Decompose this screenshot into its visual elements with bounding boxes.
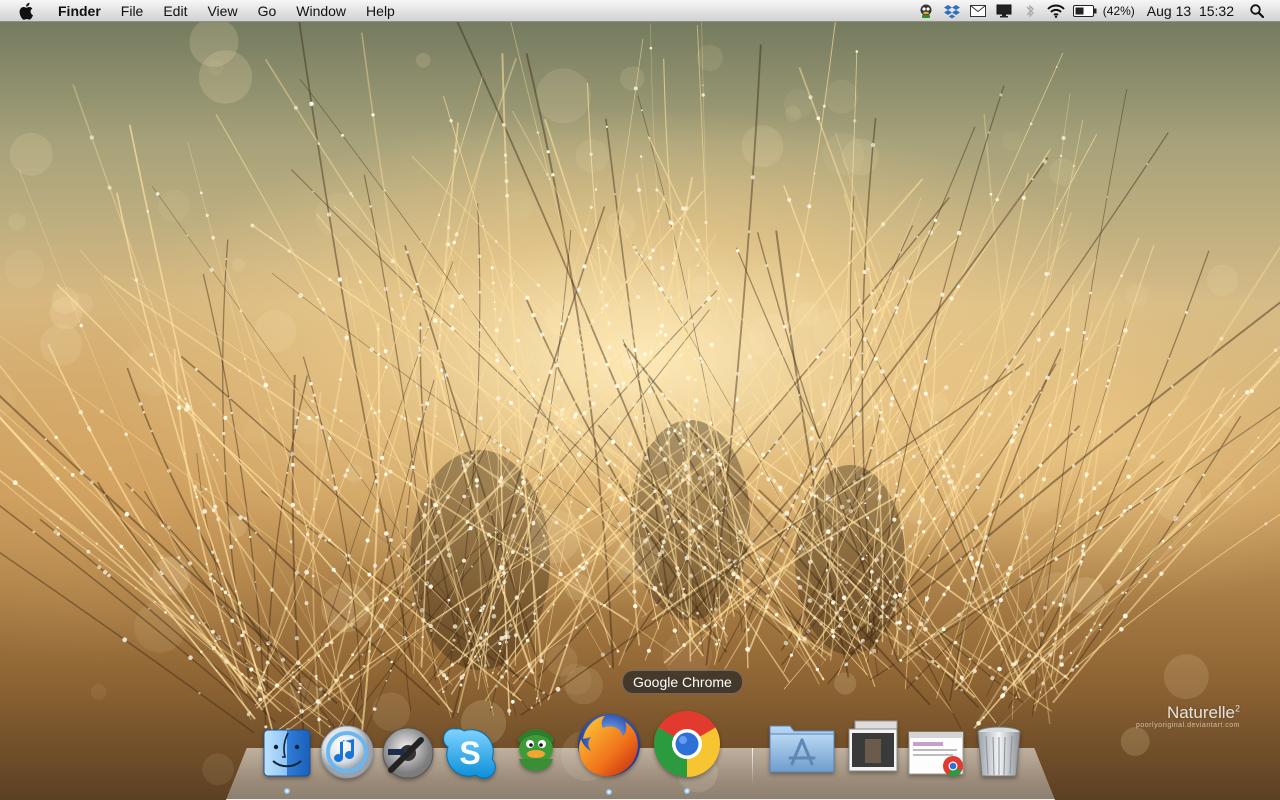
wallpaper-watermark: Naturelle2 [1166, 703, 1240, 722]
dock-dvd-player[interactable] [380, 726, 436, 780]
menu-view[interactable]: View [197, 0, 247, 22]
menu-window[interactable]: Window [286, 0, 356, 22]
bluetooth-icon[interactable] [1021, 3, 1039, 19]
firefox-icon [578, 714, 640, 776]
dock-firefox[interactable] [572, 709, 646, 795]
adium-duck-icon [517, 729, 554, 771]
menu-file[interactable]: File [111, 0, 154, 22]
mail-icon[interactable] [969, 3, 987, 19]
menu-help[interactable]: Help [356, 0, 405, 22]
dock-itunes[interactable] [318, 724, 376, 780]
running-indicator [684, 788, 690, 794]
wallpaper-watermark-credit: poorlyoriginal.deviantart.com [1136, 722, 1240, 729]
screenshots-stack-icon [848, 720, 898, 772]
itunes-icon [320, 725, 374, 779]
running-indicator [606, 789, 612, 795]
dock-divider[interactable] [752, 748, 753, 788]
dock-screenshots-stack[interactable] [844, 718, 902, 776]
running-indicator [284, 788, 290, 794]
battery-percentage[interactable]: (42%) [1103, 4, 1135, 18]
google-chrome-icon [653, 711, 720, 778]
menu-finder[interactable]: Finder [50, 0, 111, 22]
dock-finder[interactable] [260, 726, 314, 794]
status-menus: (42%) Aug 13 15:32 [913, 0, 1280, 22]
dvd-player-icon [382, 727, 434, 779]
menubar-clock[interactable]: Aug 13 15:32 [1147, 3, 1234, 19]
wifi-icon[interactable] [1047, 3, 1065, 19]
battery-icon[interactable] [1072, 3, 1097, 19]
menu-edit[interactable]: Edit [153, 0, 197, 22]
menu-bar: Finder File Edit View Go Window Help (42… [0, 0, 1280, 22]
dock-skype[interactable]: S [441, 725, 499, 781]
dock-downloads-stack[interactable] [906, 728, 968, 780]
dock-google-chrome[interactable] [650, 708, 724, 794]
trash-icon [977, 726, 1021, 777]
apple-menu-icon[interactable] [19, 2, 37, 20]
adium-status-icon[interactable] [917, 3, 935, 19]
dropbox-icon[interactable] [943, 3, 961, 19]
dock-tooltip: Google Chrome [622, 670, 743, 694]
display-mirroring-icon[interactable] [995, 3, 1013, 19]
dock-adium[interactable] [510, 718, 562, 780]
downloads-stack-icon [908, 731, 964, 777]
spotlight-search-icon[interactable] [1248, 3, 1266, 19]
menu-go[interactable]: Go [248, 0, 287, 22]
clock-date: Aug 13 [1146, 3, 1192, 19]
dock-trash[interactable] [972, 724, 1026, 780]
svg-text:S: S [459, 735, 480, 771]
applications-folder-icon [769, 725, 835, 773]
dock-applications-stack[interactable] [766, 716, 838, 778]
finder-icon [263, 729, 311, 777]
clock-time: 15:32 [1198, 3, 1234, 19]
skype-icon: S [443, 728, 496, 779]
